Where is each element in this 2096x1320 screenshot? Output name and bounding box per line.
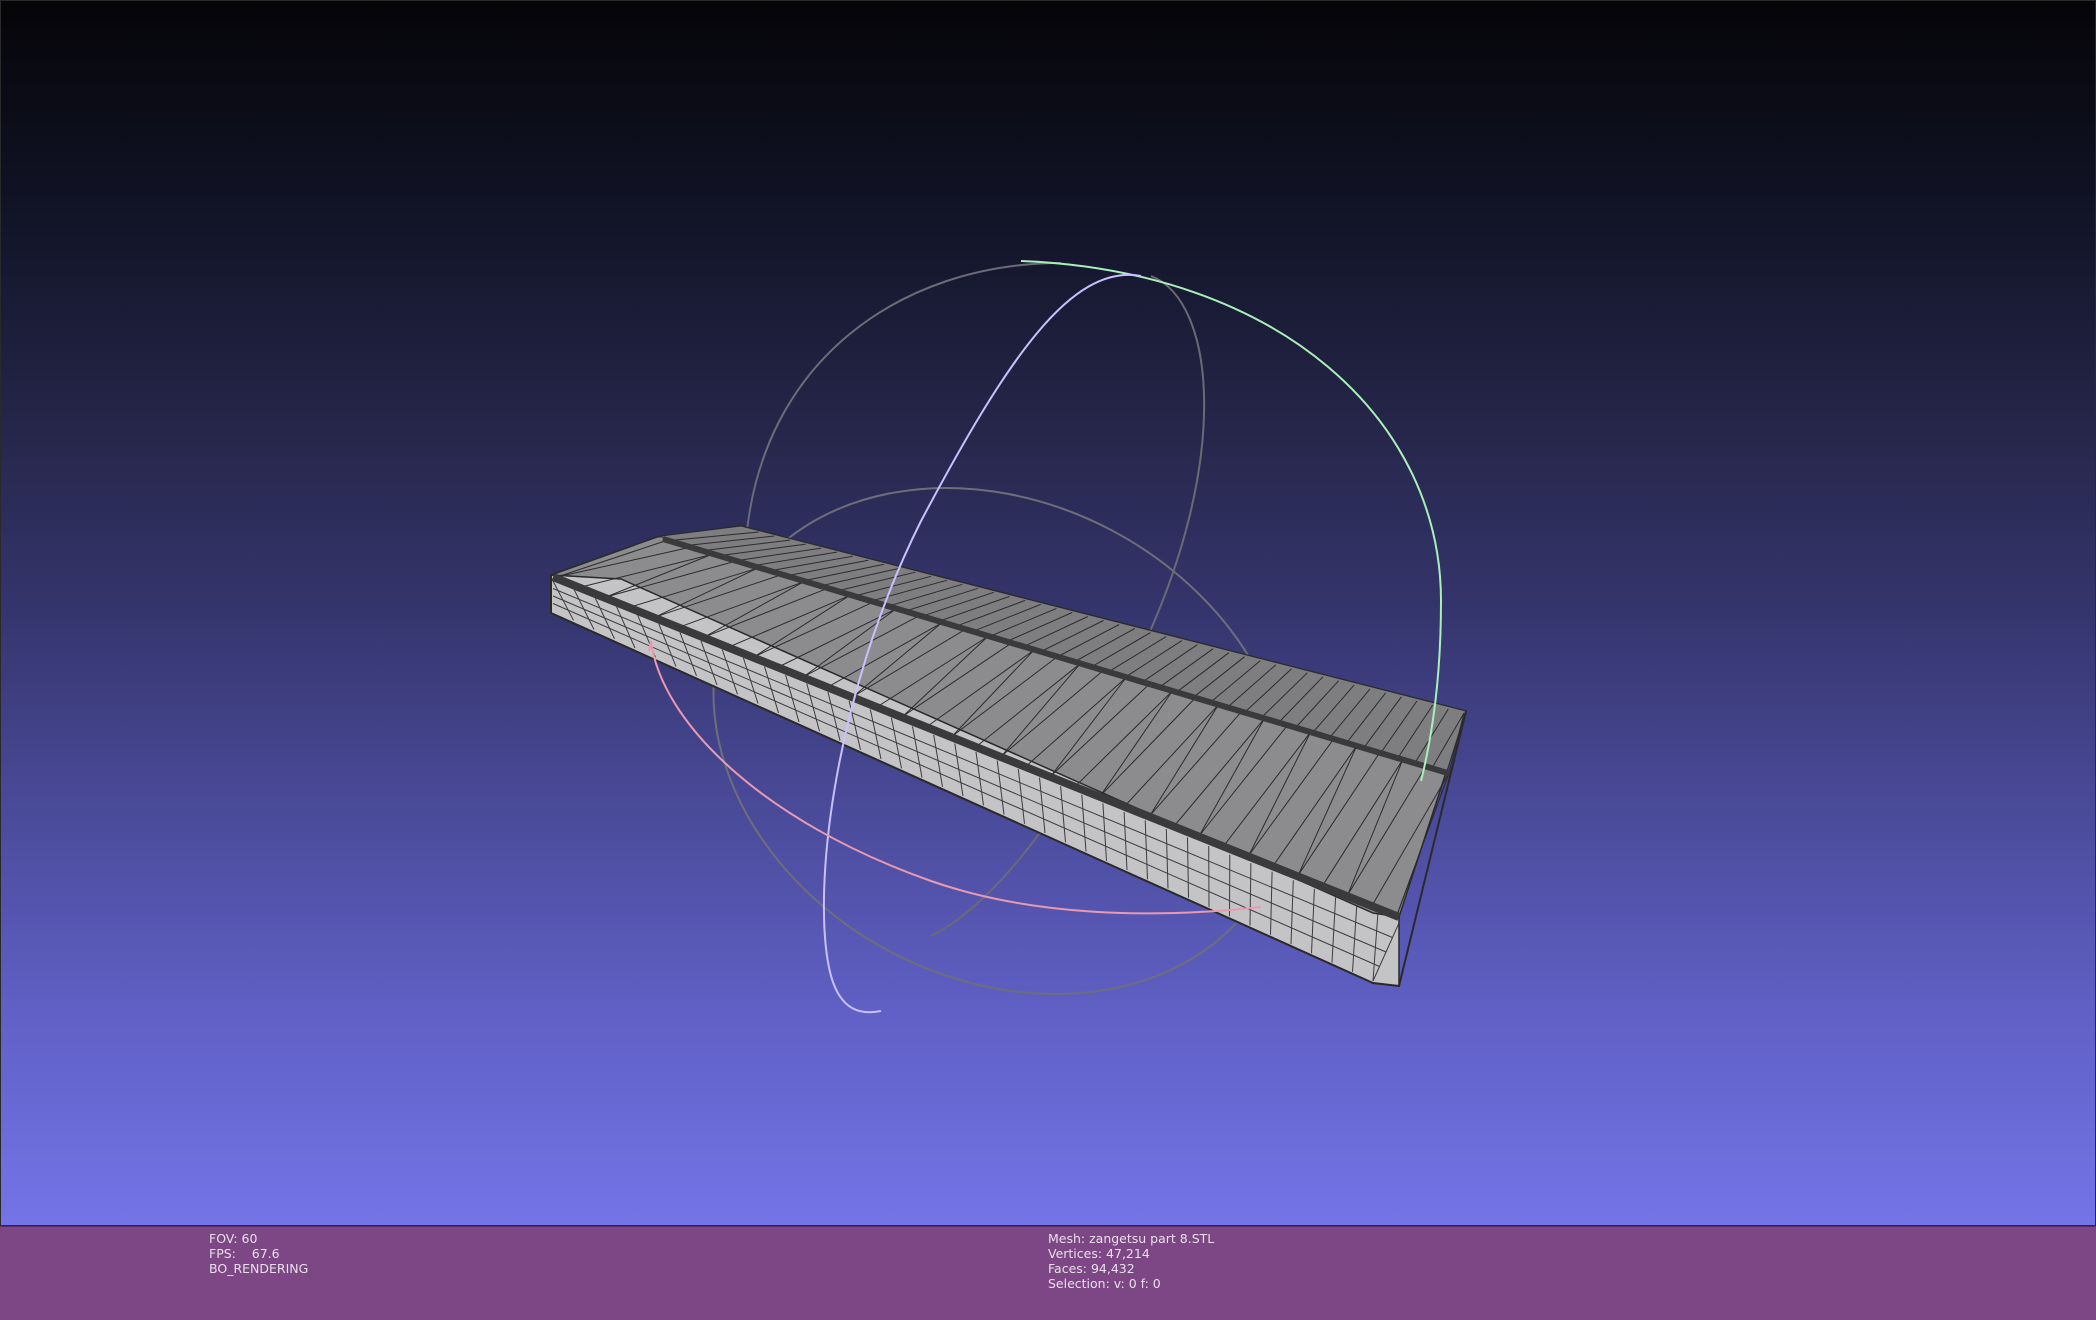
status-info-bar: FOV: 60 FPS: 67.6 BO_RENDERING Mesh: zan… bbox=[0, 1226, 2096, 1320]
3d-viewport[interactable] bbox=[0, 0, 2096, 1226]
fps-readout: FPS: 67.6 bbox=[209, 1246, 280, 1261]
trackball-ring-back-vertical bbox=[745, 262, 1062, 542]
render-mode-readout: BO_RENDERING bbox=[209, 1261, 309, 1276]
meshlab-window: FOV: 60 FPS: 67.6 BO_RENDERING Mesh: zan… bbox=[0, 0, 2096, 1320]
mesh-model[interactable] bbox=[550, 525, 1467, 988]
selection-readout: Selection: v: 0 f: 0 bbox=[1048, 1276, 1161, 1291]
vertices-readout: Vertices: 47,214 bbox=[1048, 1246, 1150, 1261]
scene-canvas[interactable] bbox=[1, 1, 2096, 1227]
render-info-panel: FOV: 60 FPS: 67.6 BO_RENDERING bbox=[209, 1231, 308, 1276]
fov-readout: FOV: 60 bbox=[209, 1231, 258, 1246]
mesh-info-panel: Mesh: zangetsu part 8.STL Vertices: 47,2… bbox=[1048, 1231, 1214, 1291]
faces-readout: Faces: 94,432 bbox=[1048, 1261, 1135, 1276]
mesh-name-readout: Mesh: zangetsu part 8.STL bbox=[1048, 1231, 1215, 1246]
